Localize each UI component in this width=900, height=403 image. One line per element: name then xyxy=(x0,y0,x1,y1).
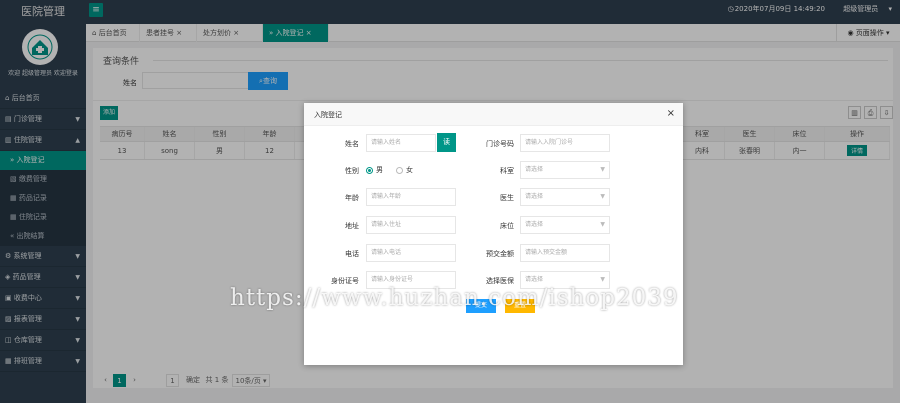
gender-female-label: 女 xyxy=(406,166,413,174)
insurance-select-value: 请选择 xyxy=(525,276,544,283)
bed-label: 床位 xyxy=(500,222,514,230)
dialog-header: 入院登记 × xyxy=(304,103,683,126)
radio-unchecked-icon xyxy=(396,166,403,174)
name-input[interactable]: 请输入姓名 xyxy=(366,134,436,152)
read-card-button[interactable]: 读 xyxy=(437,133,456,152)
address-input[interactable]: 请输入住址 xyxy=(366,216,456,234)
deposit-label: 预交金额 xyxy=(486,250,514,258)
chevron-down-icon: ▼ xyxy=(600,193,605,200)
gender-male-label: 男 xyxy=(376,166,383,174)
admission-dialog: 入院登记 × 姓名 请输入姓名 读 门诊号码 请输入入院门诊号 性别 男 女 科… xyxy=(304,103,683,365)
close-icon[interactable]: × xyxy=(667,108,675,119)
department-select[interactable]: 请选择 ▼ xyxy=(520,161,610,179)
age-label: 年龄 xyxy=(345,194,359,202)
doctor-label: 医生 xyxy=(500,194,514,202)
gender-male-radio[interactable]: 男 xyxy=(366,165,383,175)
doctor-select-value: 请选择 xyxy=(525,193,544,200)
outpatient-no-input[interactable]: 请输入入院门诊号 xyxy=(520,134,610,152)
department-select-value: 请选择 xyxy=(525,166,544,173)
phone-input[interactable]: 请输入电话 xyxy=(366,244,456,262)
bed-select-value: 请选择 xyxy=(525,221,544,228)
watermark-text: https://www.huzhan.com/ishop2039 xyxy=(230,285,679,311)
outpatient-no-label: 门诊号码 xyxy=(486,140,514,148)
department-label: 科室 xyxy=(500,167,514,175)
deposit-input[interactable]: 请输入预交金额 xyxy=(520,244,610,262)
name-label: 姓名 xyxy=(345,140,359,148)
gender-female-radio[interactable]: 女 xyxy=(396,165,413,175)
age-input[interactable]: 请输入年龄 xyxy=(366,188,456,206)
chevron-down-icon: ▼ xyxy=(600,221,605,228)
gender-label: 性别 xyxy=(345,167,359,175)
chevron-down-icon: ▼ xyxy=(600,166,605,173)
dialog-title: 入院登记 xyxy=(314,111,342,119)
radio-checked-icon xyxy=(366,166,373,174)
phone-label: 电话 xyxy=(345,250,359,258)
address-label: 地址 xyxy=(345,222,359,230)
bed-select[interactable]: 请选择 ▼ xyxy=(520,216,610,234)
doctor-select[interactable]: 请选择 ▼ xyxy=(520,188,610,206)
